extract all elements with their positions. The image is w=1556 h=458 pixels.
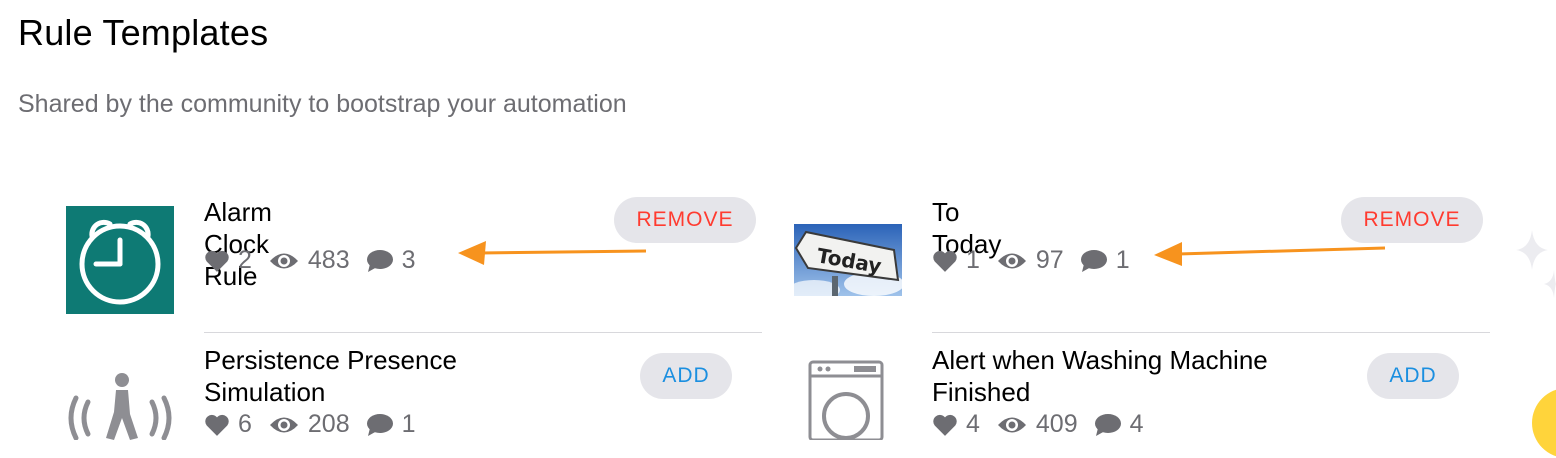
comment-icon (1094, 413, 1121, 436)
eye-icon (997, 253, 1026, 268)
today-sign-image: Today (794, 224, 902, 296)
views-count: 97 (1035, 246, 1064, 274)
page-title: Rule Templates (18, 12, 269, 53)
page-subtitle: Shared by the community to bootstrap you… (18, 90, 627, 118)
eye-icon (269, 253, 298, 268)
likes-count: 2 (238, 246, 252, 274)
heart-icon (933, 414, 957, 436)
comments-count: 3 (401, 246, 416, 274)
comments-stat: 1 (366, 410, 416, 439)
comment-icon (1080, 249, 1107, 272)
template-title[interactable]: Alert when Washing Machine Finished (932, 344, 1352, 408)
template-stats: 2 483 3 (204, 246, 432, 275)
views-stat: 483 (268, 246, 350, 275)
comments-count: 1 (1115, 246, 1130, 274)
comments-count: 4 (1129, 410, 1144, 438)
annotation-arrow (458, 241, 647, 265)
add-button[interactable]: ADD (1367, 353, 1459, 399)
template-stats: 6 208 1 (204, 410, 432, 439)
views-count: 483 (307, 246, 350, 274)
views-count: 208 (307, 410, 350, 438)
views-stat: 97 (996, 246, 1064, 275)
likes-count: 6 (238, 410, 252, 438)
alarm-clock-icon (66, 206, 174, 314)
heart-icon (205, 414, 229, 436)
template-title[interactable]: Persistence Presence Simulation (204, 344, 584, 408)
comment-icon (366, 249, 393, 272)
views-count: 409 (1035, 410, 1078, 438)
likes-stat: 1 (932, 246, 980, 275)
template-stats: 1 97 1 (932, 246, 1146, 275)
likes-count: 4 (966, 410, 980, 438)
eye-icon (269, 417, 298, 432)
divider (204, 332, 762, 333)
annotation-arrow (1154, 242, 1386, 266)
comments-stat: 1 (1080, 246, 1130, 275)
add-button[interactable]: ADD (640, 353, 732, 399)
comments-stat: 4 (1094, 410, 1144, 439)
remove-button[interactable]: REMOVE (1341, 197, 1483, 243)
views-stat: 208 (268, 410, 350, 439)
washing-machine-icon (808, 360, 884, 442)
comment-icon (366, 413, 393, 436)
sparkle-icon (1516, 230, 1556, 298)
views-stat: 409 (996, 410, 1078, 439)
remove-button[interactable]: REMOVE (614, 197, 756, 243)
eye-icon (997, 417, 1026, 432)
divider (932, 332, 1490, 333)
comments-count: 1 (401, 410, 416, 438)
heart-icon (205, 250, 229, 272)
floating-action-button[interactable] (1532, 388, 1556, 458)
heart-icon (933, 250, 957, 272)
likes-stat: 2 (204, 246, 252, 275)
template-title[interactable]: Alarm Clock Rule (204, 196, 272, 292)
likes-count: 1 (966, 246, 980, 274)
likes-stat: 6 (204, 410, 252, 439)
likes-stat: 4 (932, 410, 980, 439)
comments-stat: 3 (366, 246, 416, 275)
presence-walker-icon (66, 360, 174, 441)
template-stats: 4 409 4 (932, 410, 1160, 439)
